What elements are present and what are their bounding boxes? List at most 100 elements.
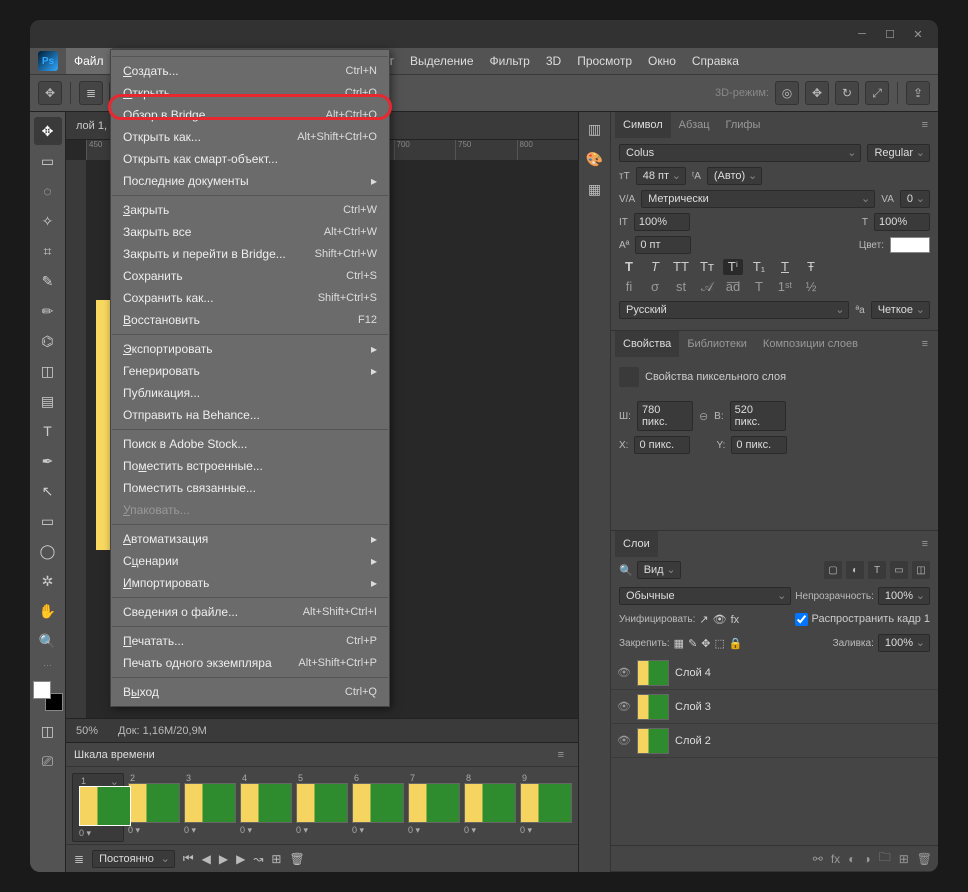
- delete-frame-button[interactable]: 🗑: [289, 852, 304, 866]
- vscale-input[interactable]: 100%: [634, 213, 690, 231]
- menuitem-Открыть...[interactable]: Открыть...Ctrl+O: [111, 82, 389, 104]
- propagate-checkbox[interactable]: Распространить кадр 1: [795, 613, 930, 626]
- x-input[interactable]: 0 пикс.: [634, 436, 690, 454]
- menuitem-Закрыть и перейти в Bridge...[interactable]: Закрыть и перейти в Bridge...Shift+Ctrl+…: [111, 243, 389, 265]
- fx-icon[interactable]: fx: [831, 852, 840, 866]
- hand-tool[interactable]: ✋: [34, 597, 62, 625]
- align-l-icon[interactable]: ≣: [79, 81, 103, 105]
- menu-Окно[interactable]: Окно: [640, 48, 684, 74]
- swatches-icon[interactable]: ▦: [584, 178, 606, 200]
- group-icon[interactable]: 🗀: [879, 848, 891, 869]
- leading-select[interactable]: (Авто): [707, 167, 762, 185]
- lasso-tool[interactable]: ◌: [34, 177, 62, 205]
- first-frame-button[interactable]: ⏮: [183, 851, 194, 866]
- color-swatches[interactable]: [33, 681, 63, 711]
- frame-4[interactable]: 40 ▾: [240, 773, 292, 836]
- stamp-tool[interactable]: ⌬: [34, 327, 62, 355]
- loop-select[interactable]: Постоянно: [92, 850, 175, 868]
- menuitem-Публикация...[interactable]: Публикация...: [111, 382, 389, 404]
- menuitem-Поместить связанные...[interactable]: Поместить связанные...: [111, 477, 389, 499]
- menuitem-Печатать...[interactable]: Печатать...Ctrl+P: [111, 630, 389, 652]
- frame-8[interactable]: 80 ▾: [464, 773, 516, 836]
- menuitem-Открыть как смарт-объект...[interactable]: Открыть как смарт-объект...: [111, 148, 389, 170]
- eyedropper-tool[interactable]: ✎: [34, 267, 62, 295]
- fill-input[interactable]: 100%: [878, 634, 930, 652]
- hscale-input[interactable]: 100%: [874, 213, 930, 231]
- filter-adjust-icon[interactable]: ◐: [846, 561, 864, 579]
- histogram-icon[interactable]: ▥: [584, 118, 606, 140]
- frame-7[interactable]: 70 ▾: [408, 773, 460, 836]
- gradient-tool[interactable]: ▤: [34, 387, 62, 415]
- rect-tool[interactable]: ▭: [34, 507, 62, 535]
- prev-frame-button[interactable]: ◀: [202, 852, 211, 866]
- bold-button[interactable]: T: [619, 259, 639, 275]
- menuitem-Упаковать...[interactable]: Упаковать...: [111, 499, 389, 521]
- ellipse-tool[interactable]: ◯: [34, 537, 62, 565]
- unify-fx-icon[interactable]: fx: [731, 614, 740, 626]
- path-tool[interactable]: ↖: [34, 477, 62, 505]
- menuitem-Открыть как...[interactable]: Открыть как...Alt+Shift+Ctrl+O: [111, 126, 389, 148]
- frame-1[interactable]: 10 ▾: [72, 773, 124, 842]
- quickmask-tool[interactable]: ◫: [34, 717, 62, 745]
- tab-glyphs[interactable]: Глифы: [718, 112, 769, 138]
- menu-Фильтр[interactable]: Фильтр: [482, 48, 538, 74]
- menuitem-Печать одного экземпляра[interactable]: Печать одного экземпляраAlt+Shift+Ctrl+P: [111, 652, 389, 674]
- menuitem-Выход[interactable]: ВыходCtrl+Q: [111, 681, 389, 703]
- menuitem-Генерировать[interactable]: Генерировать▸: [111, 360, 389, 382]
- menuitem-Отправить на Behance...[interactable]: Отправить на Behance...: [111, 404, 389, 426]
- menuitem-Сохранить[interactable]: СохранитьCtrl+S: [111, 265, 389, 287]
- visibility-icon[interactable]: 👁: [617, 666, 631, 679]
- filter-text-icon[interactable]: T: [868, 561, 886, 579]
- frame-5[interactable]: 50 ▾: [296, 773, 348, 836]
- unify-pos-icon[interactable]: ↗: [699, 613, 708, 626]
- lock-trans-icon[interactable]: ▦: [674, 637, 684, 650]
- tab-properties[interactable]: Свойства: [615, 331, 679, 357]
- marquee-tool[interactable]: ▭: [34, 147, 62, 175]
- visibility-icon[interactable]: 👁: [617, 700, 631, 713]
- zoom-tool[interactable]: 🔍: [34, 627, 62, 655]
- color-icon[interactable]: 🎨: [584, 148, 606, 170]
- close-button[interactable]: ✕: [904, 20, 932, 48]
- convert-icon[interactable]: ≣: [74, 852, 84, 866]
- menuitem-Импортировать[interactable]: Импортировать▸: [111, 572, 389, 594]
- tracking-input[interactable]: 0: [900, 190, 930, 208]
- menuitem-Последние документы[interactable]: Последние документы▸: [111, 170, 389, 192]
- italic-button[interactable]: T: [645, 259, 665, 275]
- pan-icon[interactable]: ✥: [805, 81, 829, 105]
- menu-3D[interactable]: 3D: [538, 48, 569, 74]
- menuitem-Поместить встроенные...[interactable]: Поместить встроенные...: [111, 455, 389, 477]
- kind-select[interactable]: Вид: [637, 561, 681, 579]
- menuitem-Создать...[interactable]: Создать...Ctrl+N: [111, 60, 389, 82]
- lock-pos-icon[interactable]: ✥: [701, 637, 710, 650]
- lock-nest-icon[interactable]: ⬚: [715, 637, 725, 650]
- visibility-icon[interactable]: 👁: [617, 734, 631, 747]
- kerning-select[interactable]: Метрически: [641, 190, 875, 208]
- zoom-icon[interactable]: ⤢: [865, 81, 889, 105]
- blend-select[interactable]: Обычные: [619, 587, 791, 605]
- panel-menu-icon[interactable]: ≡: [552, 749, 570, 761]
- lang-select[interactable]: Русский: [619, 301, 849, 319]
- lock-paint-icon[interactable]: ✎: [688, 637, 697, 650]
- orbit-icon[interactable]: ◎: [775, 81, 799, 105]
- smallcaps-button[interactable]: Tᴛ: [697, 259, 717, 275]
- underline-button[interactable]: T: [775, 259, 795, 275]
- new-layer-icon[interactable]: ⊞: [899, 852, 909, 866]
- frame-9[interactable]: 90 ▾: [520, 773, 572, 836]
- move-tool[interactable]: ✥: [34, 117, 62, 145]
- width-input[interactable]: 780 пикс.: [637, 401, 693, 431]
- tween-button[interactable]: ↝: [253, 852, 263, 866]
- layer-row[interactable]: 👁Слой 2: [611, 724, 938, 758]
- menuitem-Экспортировать[interactable]: Экспортировать▸: [111, 338, 389, 360]
- link-icon[interactable]: ⊖: [699, 410, 708, 423]
- baseline-input[interactable]: 0 пт: [635, 236, 691, 254]
- style-select[interactable]: Regular: [867, 144, 930, 162]
- y-input[interactable]: 0 пикс.: [731, 436, 787, 454]
- maximize-button[interactable]: ☐: [876, 20, 904, 48]
- panel-menu-icon[interactable]: ≡: [916, 538, 934, 550]
- tab-character[interactable]: Символ: [615, 112, 671, 138]
- filter-shape-icon[interactable]: ▭: [890, 561, 908, 579]
- roll-icon[interactable]: ↻: [835, 81, 859, 105]
- menuitem-Закрыть[interactable]: ЗакрытьCtrl+W: [111, 199, 389, 221]
- panel-menu-icon[interactable]: ≡: [916, 119, 934, 131]
- lock-all-icon[interactable]: 🔒: [729, 637, 743, 650]
